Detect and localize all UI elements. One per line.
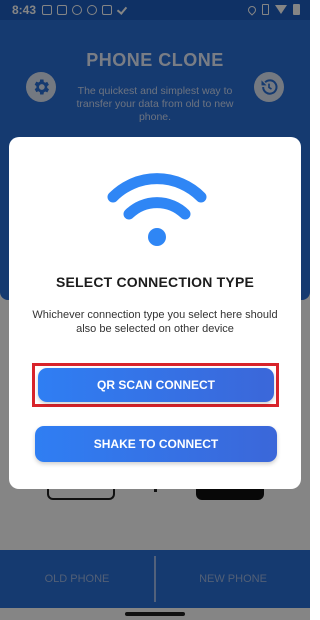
shake-to-connect-button[interactable]: SHAKE TO CONNECT bbox=[35, 426, 277, 462]
connection-type-dialog: SELECT CONNECTION TYPE Whichever connect… bbox=[9, 137, 301, 489]
wifi-icon bbox=[107, 173, 207, 246]
qr-scan-connect-button[interactable]: QR SCAN CONNECT bbox=[38, 368, 274, 402]
dialog-title: SELECT CONNECTION TYPE bbox=[55, 274, 255, 290]
dialog-message: Whichever connection type you select her… bbox=[32, 309, 278, 335]
